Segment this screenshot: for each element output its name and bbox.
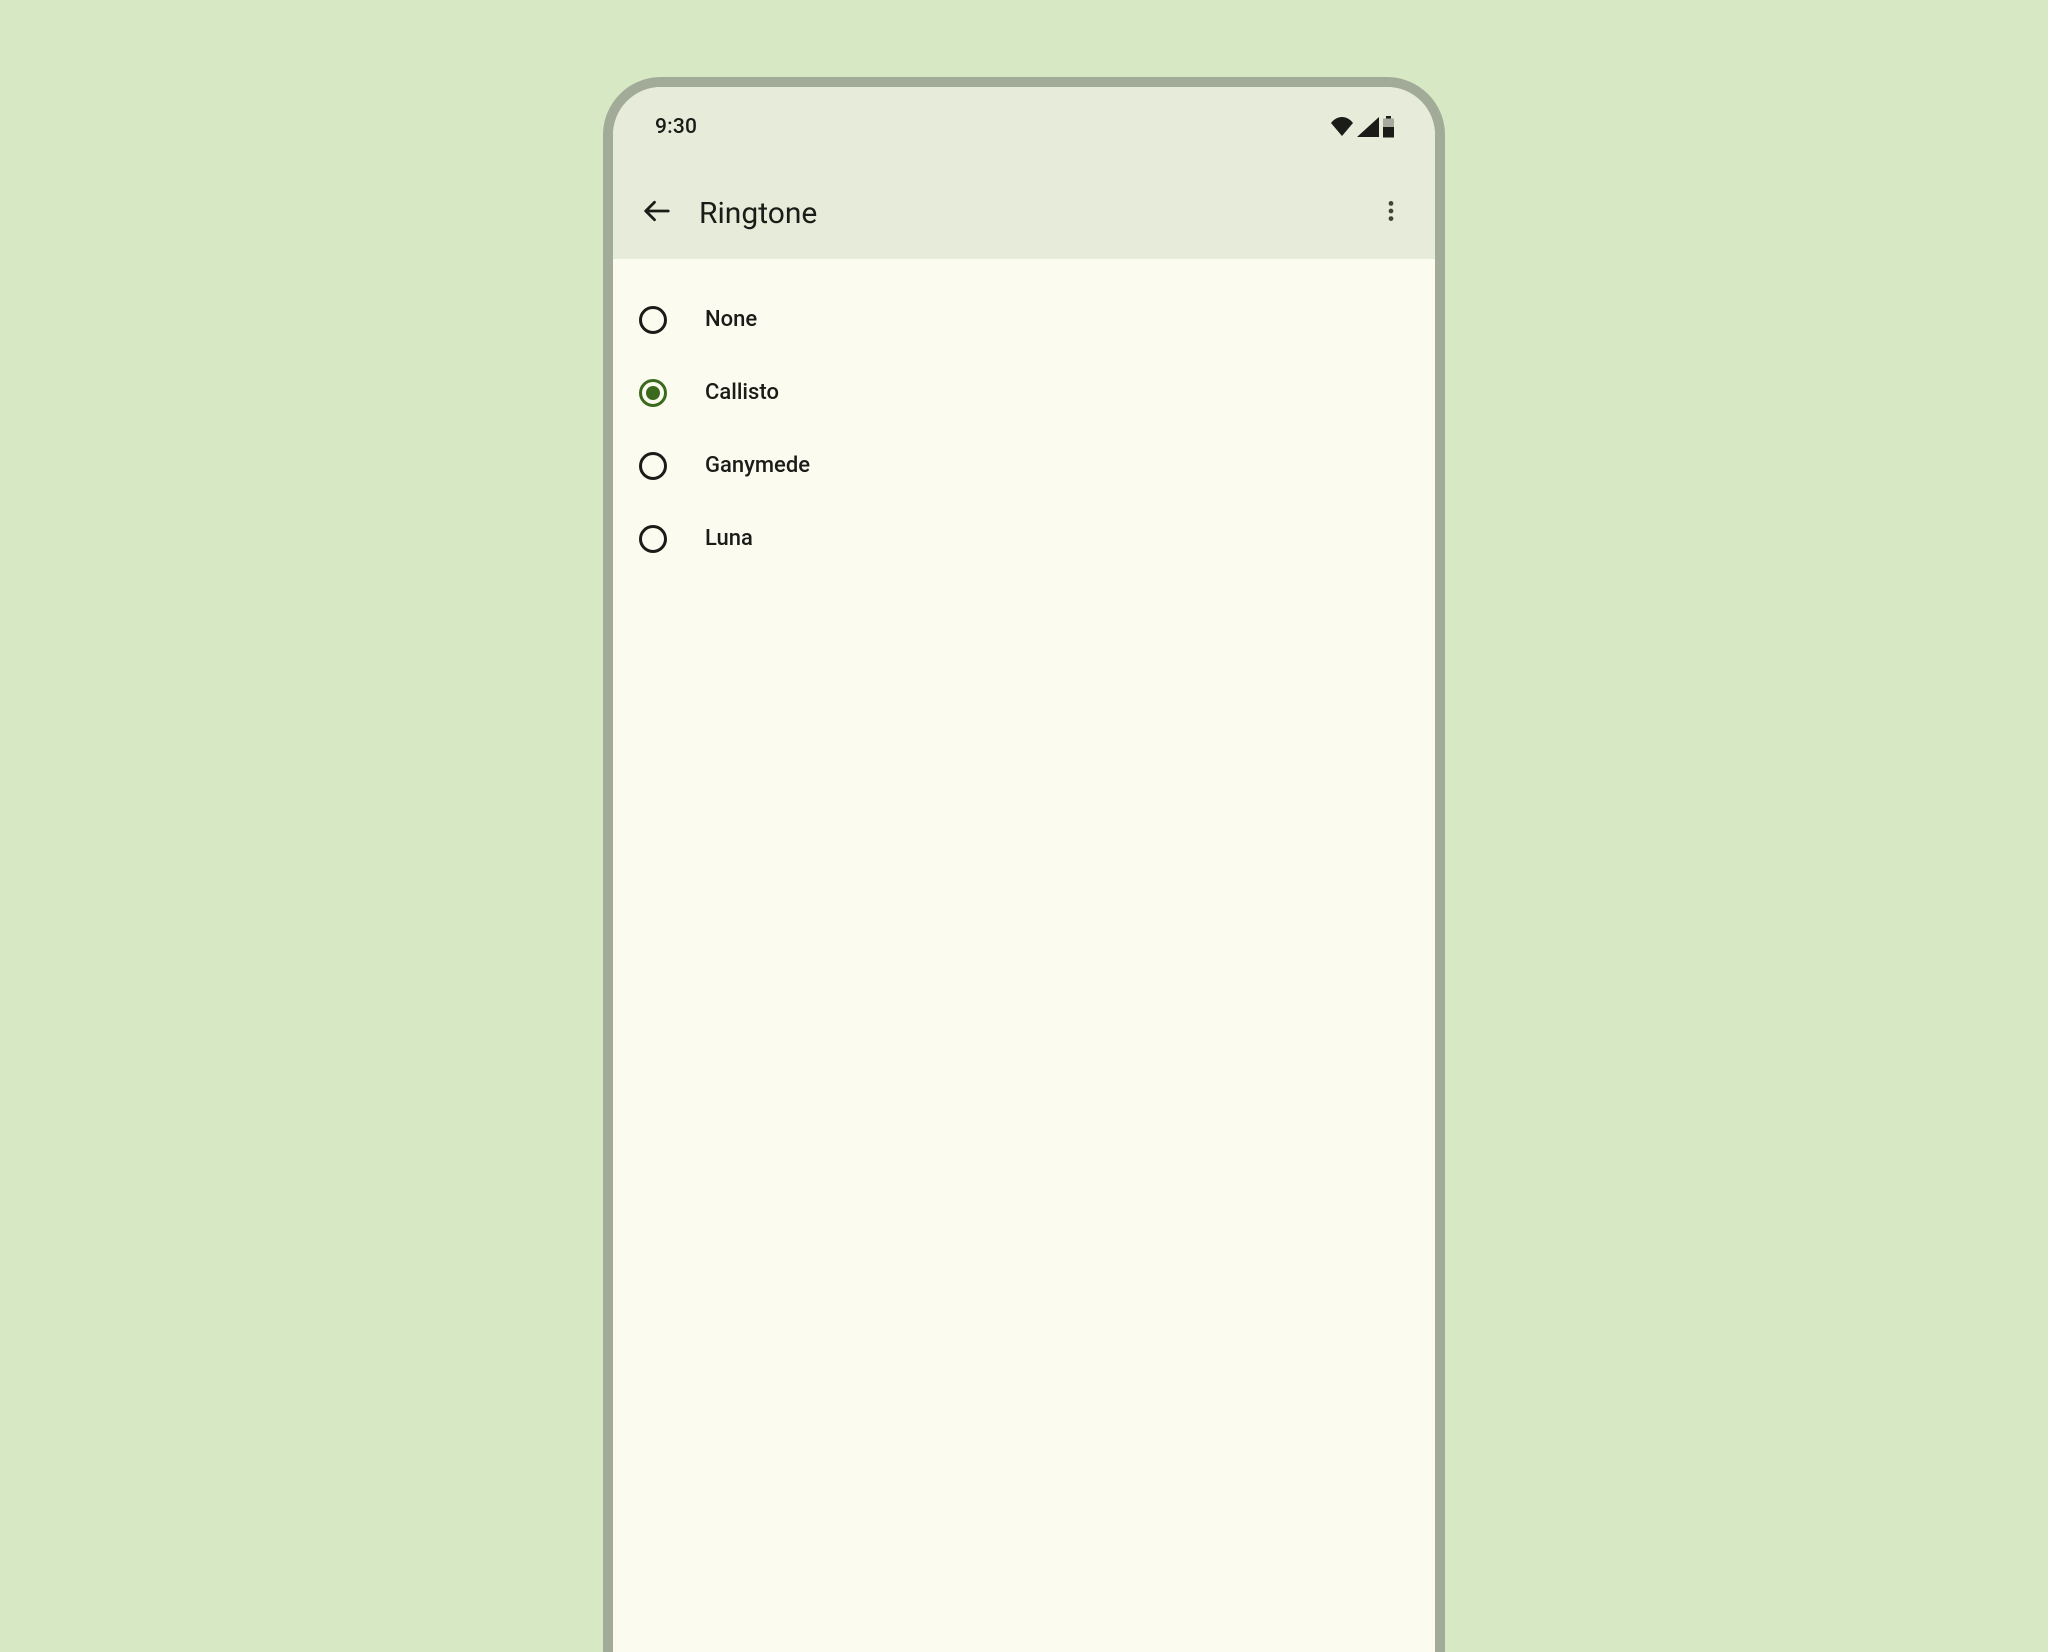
- arrow-back-icon: [642, 196, 672, 230]
- radio-button[interactable]: [639, 306, 667, 334]
- option-label: Ganymede: [705, 453, 810, 478]
- battery-icon: [1382, 116, 1395, 138]
- option-label: None: [705, 307, 757, 332]
- more-vert-icon: [1378, 198, 1404, 228]
- radio-button[interactable]: [639, 525, 667, 553]
- page-title: Ringtone: [699, 196, 1363, 231]
- ringtone-option[interactable]: Callisto: [613, 356, 1435, 429]
- status-time: 9:30: [655, 115, 697, 139]
- wifi-icon: [1330, 117, 1354, 137]
- option-label: Callisto: [705, 380, 779, 405]
- ringtone-list: None Callisto Ganymede Luna: [613, 259, 1435, 575]
- overflow-menu-button[interactable]: [1363, 185, 1419, 241]
- phone-frame: 9:30: [603, 77, 1445, 1652]
- option-label: Luna: [705, 526, 753, 551]
- cellular-icon: [1357, 117, 1379, 137]
- radio-button[interactable]: [639, 379, 667, 407]
- back-button[interactable]: [629, 185, 685, 241]
- ringtone-option[interactable]: Ganymede: [613, 429, 1435, 502]
- app-bar: Ringtone: [613, 167, 1435, 259]
- ringtone-option[interactable]: Luna: [613, 502, 1435, 575]
- status-icons: [1330, 116, 1395, 138]
- status-bar: 9:30: [613, 87, 1435, 167]
- radio-button[interactable]: [639, 452, 667, 480]
- ringtone-option[interactable]: None: [613, 283, 1435, 356]
